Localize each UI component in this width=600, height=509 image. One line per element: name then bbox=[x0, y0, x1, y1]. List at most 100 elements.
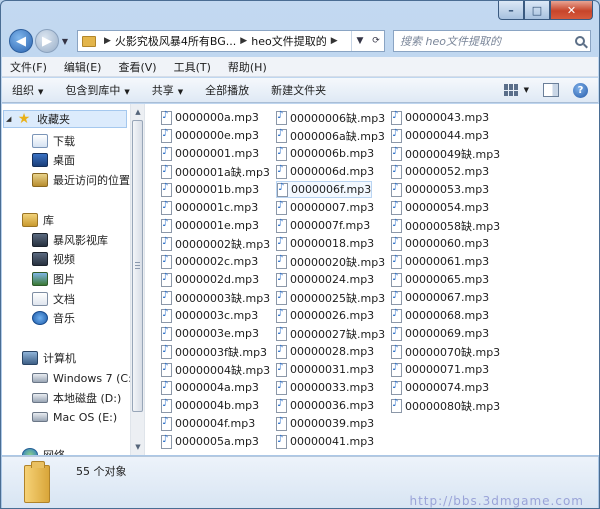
file-item[interactable]: 00000054.mp3 bbox=[391, 199, 489, 216]
organize-button[interactable]: 组织 ▼ bbox=[12, 82, 43, 98]
file-item[interactable]: 00000039.mp3 bbox=[276, 415, 374, 432]
file-item[interactable]: 00000058缺.mp3 bbox=[391, 217, 500, 234]
file-item[interactable]: 00000068.mp3 bbox=[391, 307, 489, 324]
share-button[interactable]: 共享 ▼ bbox=[152, 82, 183, 98]
navigation-scrollbar[interactable]: ▲ ▼ bbox=[130, 104, 144, 455]
file-item[interactable]: 0000001c.mp3 bbox=[161, 199, 258, 216]
file-item[interactable]: 00000018.mp3 bbox=[276, 235, 374, 252]
file-item[interactable]: 00000041.mp3 bbox=[276, 433, 374, 450]
menu-file[interactable]: 文件(F) bbox=[10, 59, 47, 75]
file-item[interactable]: 0000006f.mp3 bbox=[276, 181, 373, 198]
file-item[interactable]: 00000043.mp3 bbox=[391, 109, 489, 126]
breadcrumb-separator[interactable]: ▶ bbox=[331, 36, 338, 46]
nav-computer[interactable]: 计算机 bbox=[2, 349, 130, 367]
file-item[interactable]: 00000060.mp3 bbox=[391, 235, 489, 252]
file-item[interactable]: 0000004a.mp3 bbox=[161, 379, 259, 396]
scroll-down-arrow-icon[interactable]: ▼ bbox=[131, 440, 145, 454]
nav-item-desktop[interactable]: 桌面 bbox=[2, 151, 130, 169]
nav-network[interactable]: 网络 bbox=[2, 446, 130, 455]
menu-view[interactable]: 查看(V) bbox=[118, 59, 156, 75]
nav-item-recent-places[interactable]: 最近访问的位置 bbox=[2, 171, 130, 189]
nav-item-downloads[interactable]: 下载 bbox=[2, 132, 130, 150]
file-item[interactable]: 00000061.mp3 bbox=[391, 253, 489, 270]
file-item[interactable]: 0000003e.mp3 bbox=[161, 325, 259, 342]
back-button[interactable]: ◀ bbox=[9, 29, 33, 53]
breadcrumb-current[interactable]: heo文件提取的 bbox=[251, 33, 326, 49]
file-item[interactable]: 0000002c.mp3 bbox=[161, 253, 258, 270]
nav-item-videos[interactable]: 视频 bbox=[2, 250, 130, 268]
include-in-library-button[interactable]: 包含到库中 ▼ bbox=[65, 82, 129, 98]
file-item[interactable]: 00000006缺.mp3 bbox=[276, 109, 385, 126]
file-item[interactable]: 0000004b.mp3 bbox=[161, 397, 259, 414]
file-item[interactable]: 0000000e.mp3 bbox=[161, 127, 259, 144]
file-item[interactable]: 0000004f.mp3 bbox=[161, 415, 255, 432]
breadcrumb-parent[interactable]: 火影究极风暴4所有BG... bbox=[115, 33, 236, 49]
close-button[interactable]: ✕ bbox=[550, 1, 593, 20]
file-item[interactable]: 0000006b.mp3 bbox=[276, 145, 374, 162]
breadcrumb-separator[interactable]: ▶ bbox=[104, 36, 111, 46]
nav-libraries[interactable]: 库 bbox=[2, 211, 130, 229]
file-item[interactable]: 0000002d.mp3 bbox=[161, 271, 259, 288]
file-item[interactable]: 00000033.mp3 bbox=[276, 379, 374, 396]
file-item[interactable]: 00000044.mp3 bbox=[391, 127, 489, 144]
file-item[interactable]: 00000069.mp3 bbox=[391, 325, 489, 342]
file-item[interactable]: 00000031.mp3 bbox=[276, 361, 374, 378]
file-item[interactable]: 00000025缺.mp3 bbox=[276, 289, 385, 306]
file-item[interactable]: 00000049缺.mp3 bbox=[391, 145, 500, 162]
expand-arrow-icon[interactable]: ◢ bbox=[6, 115, 16, 123]
file-item[interactable]: 00000003缺.mp3 bbox=[161, 289, 270, 306]
forward-button[interactable]: ▶ bbox=[35, 29, 59, 53]
file-item[interactable]: 0000001a缺.mp3 bbox=[161, 163, 270, 180]
nav-favorites[interactable]: ◢ ★ 收藏夹 bbox=[3, 110, 127, 128]
file-item[interactable]: 0000000a.mp3 bbox=[161, 109, 259, 126]
nav-item-pictures[interactable]: 图片 bbox=[2, 270, 130, 288]
file-item[interactable]: 00000002缺.mp3 bbox=[161, 235, 270, 252]
nav-drive-c[interactable]: Windows 7 (C:) bbox=[2, 369, 130, 387]
nav-item-documents[interactable]: 文档 bbox=[2, 290, 130, 308]
file-item[interactable]: 0000006a缺.mp3 bbox=[276, 127, 385, 144]
help-icon[interactable]: ? bbox=[573, 82, 588, 98]
scroll-up-arrow-icon[interactable]: ▲ bbox=[131, 105, 145, 119]
file-item[interactable]: 00000053.mp3 bbox=[391, 181, 489, 198]
address-bar[interactable]: ▶ 火影究极风暴4所有BG... ▶ heo文件提取的 ▶ ▼ ⟳ bbox=[77, 30, 385, 52]
play-all-button[interactable]: 全部播放 bbox=[205, 82, 249, 98]
nav-item-baofeng-library[interactable]: 暴风影视库 bbox=[2, 231, 130, 249]
change-view-icon[interactable] bbox=[503, 84, 520, 96]
maximize-button[interactable]: □ bbox=[524, 1, 550, 20]
file-item[interactable]: 0000005a.mp3 bbox=[161, 433, 259, 450]
file-item[interactable]: 0000001e.mp3 bbox=[161, 217, 259, 234]
refresh-icon[interactable]: ⟳ bbox=[368, 36, 384, 46]
view-options-dropdown[interactable]: ▼ bbox=[524, 86, 529, 94]
recent-pages-dropdown[interactable]: ▼ bbox=[59, 37, 71, 46]
file-item[interactable]: 0000001b.mp3 bbox=[161, 181, 259, 198]
file-item[interactable]: 00000071.mp3 bbox=[391, 361, 489, 378]
file-item[interactable]: 00000001.mp3 bbox=[161, 145, 259, 162]
nav-drive-d[interactable]: 本地磁盘 (D:) bbox=[2, 389, 130, 407]
preview-pane-icon[interactable] bbox=[543, 83, 559, 97]
file-item[interactable]: 00000027缺.mp3 bbox=[276, 325, 385, 342]
file-item[interactable]: 0000007f.mp3 bbox=[276, 217, 370, 234]
breadcrumb-separator[interactable]: ▶ bbox=[240, 36, 247, 46]
search-icon[interactable] bbox=[575, 36, 585, 46]
menu-help[interactable]: 帮助(H) bbox=[228, 59, 267, 75]
file-item[interactable]: 00000052.mp3 bbox=[391, 163, 489, 180]
menu-edit[interactable]: 编辑(E) bbox=[64, 59, 102, 75]
file-item[interactable]: 0000003c.mp3 bbox=[161, 307, 258, 324]
file-item[interactable]: 00000067.mp3 bbox=[391, 289, 489, 306]
file-item[interactable]: 00000026.mp3 bbox=[276, 307, 374, 324]
menu-tools[interactable]: 工具(T) bbox=[174, 59, 211, 75]
file-item[interactable]: 0000006d.mp3 bbox=[276, 163, 374, 180]
scrollbar-thumb[interactable] bbox=[132, 120, 143, 412]
file-item[interactable]: 00000080缺.mp3 bbox=[391, 397, 500, 414]
file-item[interactable]: 00000020缺.mp3 bbox=[276, 253, 385, 270]
file-item[interactable]: 00000004缺.mp3 bbox=[161, 361, 270, 378]
file-item[interactable]: 00000070缺.mp3 bbox=[391, 343, 500, 360]
file-item[interactable]: 00000074.mp3 bbox=[391, 379, 489, 396]
nav-item-music[interactable]: 音乐 bbox=[2, 309, 130, 327]
file-item[interactable]: 0000003f缺.mp3 bbox=[161, 343, 267, 360]
address-dropdown-icon[interactable]: ▼ bbox=[352, 36, 368, 46]
search-box[interactable]: 搜索 heo文件提取的 bbox=[393, 30, 591, 52]
minimize-button[interactable]: – bbox=[498, 1, 524, 20]
nav-drive-e[interactable]: Mac OS (E:) bbox=[2, 408, 130, 426]
file-item[interactable]: 00000036.mp3 bbox=[276, 397, 374, 414]
